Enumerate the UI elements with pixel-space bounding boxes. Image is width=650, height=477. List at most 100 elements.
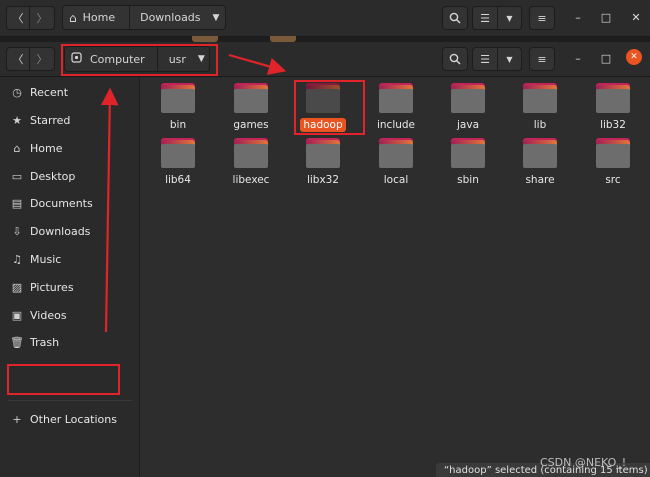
- back-window-pathbar: ⌂ Home Downloads ▼: [62, 5, 226, 30]
- chevron-down-icon: ▼: [506, 54, 513, 64]
- plus-icon: +: [12, 412, 22, 426]
- folder-item[interactable]: local: [361, 138, 431, 188]
- folder-item[interactable]: bin: [143, 83, 213, 133]
- documents-icon: ▤: [11, 196, 23, 210]
- search-icon: [449, 12, 461, 24]
- places-sidebar: ◷ Recent ★ Starred ⌂ Home ▭ Desktop ▤ Do…: [0, 77, 140, 477]
- maximize-button[interactable]: □: [596, 48, 616, 68]
- close-icon: ✕: [631, 10, 641, 24]
- chevron-left-icon: 〈: [12, 12, 24, 25]
- folder-icon: [596, 138, 630, 168]
- chevron-down-icon[interactable]: ▼: [198, 54, 205, 64]
- folder-label: sbin: [457, 174, 479, 186]
- sidebar-item-label: Documents: [30, 196, 93, 210]
- sidebar-item-videos[interactable]: ▣ Videos: [0, 303, 139, 327]
- back-window-view-button[interactable]: ☰: [472, 6, 498, 30]
- watermark-text: CSDN @NEKO_!: [540, 456, 627, 469]
- sidebar-item-trash[interactable]: 🗑 Trash: [0, 330, 139, 354]
- forward-button[interactable]: 〉: [29, 47, 55, 71]
- sidebar-item-starred[interactable]: ★ Starred: [0, 108, 139, 132]
- back-window-path-downloads[interactable]: Downloads: [140, 11, 200, 24]
- sidebar-item-label: Home: [30, 141, 63, 155]
- folder-label: bin: [169, 119, 187, 131]
- folder-icon: [523, 83, 557, 113]
- folder-item[interactable]: java: [433, 83, 503, 133]
- main-menu-button[interactable]: ≡: [529, 47, 555, 71]
- back-window-forward-button[interactable]: 〉: [29, 6, 55, 30]
- back-window-menu-button[interactable]: ≡: [529, 6, 555, 30]
- sidebar-item-label: Downloads: [30, 224, 91, 238]
- back-window-close[interactable]: ✕: [626, 7, 646, 27]
- folder-icon: [379, 83, 413, 113]
- path-computer[interactable]: Computer: [90, 53, 145, 66]
- folder-item[interactable]: sbin: [433, 138, 503, 188]
- folder-item[interactable]: games: [216, 83, 286, 133]
- recent-icon: ◷: [12, 85, 22, 99]
- view-options-button[interactable]: ▼: [497, 47, 522, 71]
- folder-label: lib32: [600, 119, 626, 131]
- chevron-down-icon: ▼: [506, 13, 513, 23]
- hamburger-icon: ≡: [537, 52, 547, 66]
- home-icon: ⌂: [13, 141, 21, 155]
- music-icon: ♫: [12, 252, 22, 266]
- home-icon: ⌂: [69, 10, 77, 25]
- back-button[interactable]: 〈: [6, 47, 30, 71]
- sidebar-item-label: Desktop: [30, 169, 76, 183]
- search-button[interactable]: [442, 47, 468, 71]
- folder-item[interactable]: lib32: [578, 83, 648, 133]
- back-window-minimize[interactable]: –: [568, 7, 588, 27]
- minimize-icon: –: [575, 10, 581, 24]
- sidebar-item-music[interactable]: ♫ Music: [0, 247, 139, 271]
- chevron-down-icon[interactable]: ▼: [213, 13, 220, 23]
- folder-item[interactable]: libx32: [288, 138, 358, 188]
- folder-icon: [451, 83, 485, 113]
- folder-icon: [306, 138, 340, 168]
- folder-icon: [234, 83, 268, 113]
- downloads-icon: ⇩: [12, 224, 22, 238]
- folder-icon: [596, 83, 630, 113]
- sidebar-item-downloads[interactable]: ⇩ Downloads: [0, 219, 139, 243]
- folder-item[interactable]: include: [361, 83, 431, 133]
- folder-label: lib64: [165, 174, 191, 186]
- file-grid: bin games hadoop include java lib lib32: [140, 77, 650, 477]
- back-window-view-options[interactable]: ▼: [497, 6, 522, 30]
- close-button[interactable]: ✕: [626, 49, 642, 65]
- folder-icon: [161, 83, 195, 113]
- desktop-icon: ▭: [11, 169, 23, 183]
- folder-label: local: [383, 174, 409, 186]
- back-window-search-button[interactable]: [442, 6, 468, 30]
- minimize-icon: –: [575, 51, 581, 65]
- folder-icon: [161, 138, 195, 168]
- videos-icon: ▣: [11, 308, 23, 322]
- folder-item[interactable]: src: [578, 138, 648, 188]
- folder-icon: [306, 83, 340, 113]
- sidebar-item-pictures[interactable]: ▨ Pictures: [0, 275, 139, 299]
- folder-item[interactable]: lib64: [143, 138, 213, 188]
- back-window-back-button[interactable]: 〈: [6, 6, 30, 30]
- folder-icon: [523, 138, 557, 168]
- back-window-maximize[interactable]: □: [596, 7, 616, 27]
- back-window-path-home[interactable]: Home: [83, 11, 115, 24]
- folder-label: share: [525, 174, 555, 186]
- chevron-left-icon: 〈: [12, 53, 24, 66]
- sidebar-item-recent[interactable]: ◷ Recent: [0, 80, 139, 104]
- view-mode-button[interactable]: ☰: [472, 47, 498, 71]
- folder-icon: [234, 138, 268, 168]
- folder-item[interactable]: share: [505, 138, 575, 188]
- sidebar-item-home[interactable]: ⌂ Home: [0, 136, 139, 160]
- sidebar-item-documents[interactable]: ▤ Documents: [0, 191, 139, 215]
- folder-item[interactable]: libexec: [216, 138, 286, 188]
- maximize-icon: □: [600, 51, 612, 65]
- sidebar-item-desktop[interactable]: ▭ Desktop: [0, 164, 139, 188]
- pictures-icon: ▨: [11, 280, 23, 294]
- sidebar-item-other-locations[interactable]: + Other Locations: [0, 407, 139, 431]
- maximize-icon: □: [600, 10, 612, 24]
- path-usr[interactable]: usr: [169, 53, 186, 66]
- folder-item[interactable]: lib: [505, 83, 575, 133]
- star-icon: ★: [12, 113, 22, 127]
- sidebar-item-label: Recent: [30, 85, 69, 99]
- folder-item-selected[interactable]: hadoop: [288, 83, 358, 133]
- minimize-button[interactable]: –: [568, 48, 588, 68]
- folder-label: libexec: [232, 174, 270, 186]
- hamburger-icon: ≡: [537, 11, 547, 25]
